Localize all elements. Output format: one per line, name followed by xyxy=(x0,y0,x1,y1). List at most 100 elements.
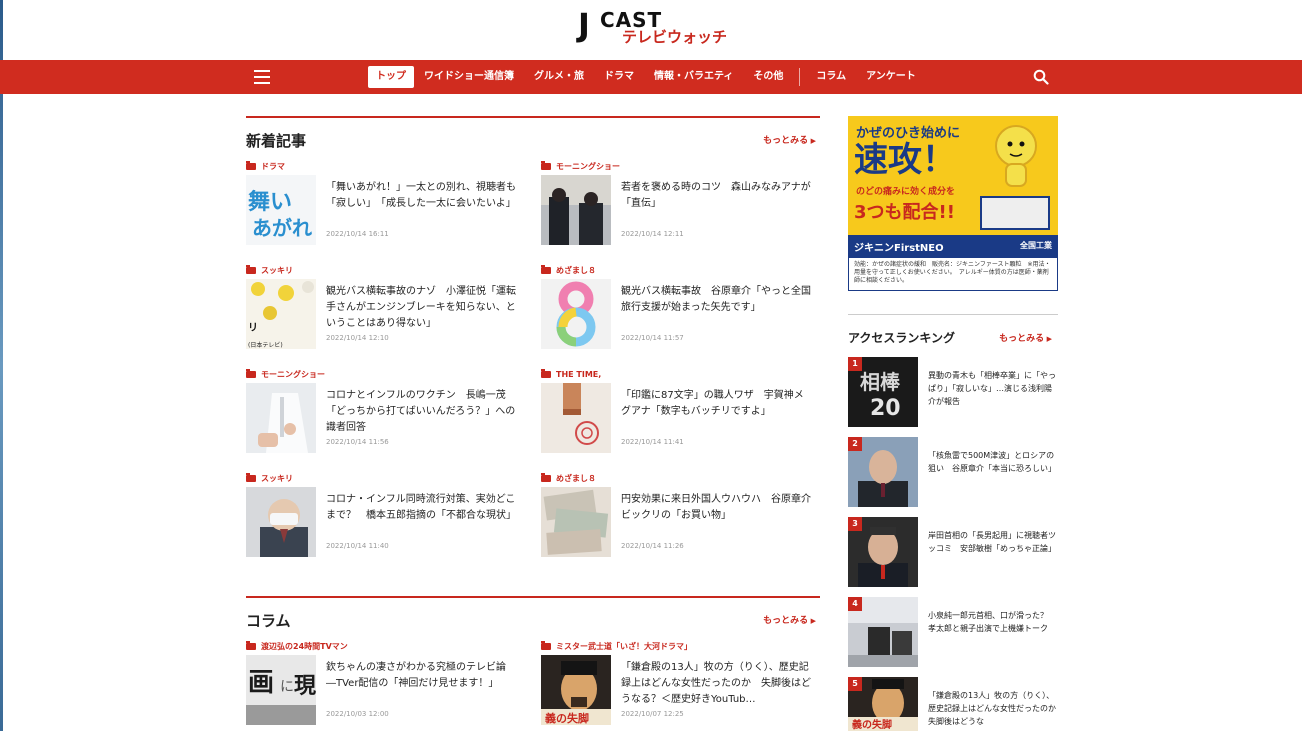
ad-mascot-icon xyxy=(995,125,1037,187)
ranking-item[interactable]: 義の失脚 5 「鎌倉殿の13人」牧の方（りく）、歴史記録上はどんな女性だったのか… xyxy=(848,677,1064,731)
nav-item-column[interactable]: コラム xyxy=(806,66,856,88)
article-thumbnail: リ (日本テレビ) xyxy=(246,279,316,349)
article-title: 「印鑑に87文字」の職人ワザ 宇賀神メグアナ「数字もバッチリですよ」 xyxy=(621,390,804,417)
nav-item-other[interactable]: その他 xyxy=(743,66,793,88)
ranking-item[interactable]: 3 岸田首相の「長男起用」に視聴者ツッコミ 安部敏樹「めっちゃ正論」 xyxy=(848,517,1058,587)
column-title-text: 欽ちゃんの凄さがわかる究極のテレビ論―TVer配信の「神回だけ見せます！」 xyxy=(326,662,506,689)
article-category: スッキリ xyxy=(261,265,293,275)
column-title: コラム xyxy=(246,612,291,630)
article-card[interactable]: スッキリ リ (日本テレビ) 観光バス横転事故のナゾ 小澤征悦「運転手さんがエン… xyxy=(246,264,516,368)
column-thumbnail: 義の失脚 xyxy=(541,655,611,725)
hamburger-menu-icon[interactable] xyxy=(254,70,270,84)
column-date: 2022/10/07 12:25 xyxy=(621,710,684,718)
svg-text:20: 20 xyxy=(870,396,901,421)
folder-icon xyxy=(541,640,551,650)
nav-item-variety[interactable]: 情報・バラエティ xyxy=(644,66,743,88)
article-thumbnail xyxy=(541,175,611,245)
article-title: 「舞いあがれ！」一太との別れ、視聴者も「寂しい」 「成長した一太に会いたいよ」 xyxy=(326,182,516,209)
advertisement-banner[interactable]: かぜのひき始めに 速攻！ のどの痛みに効く成分を 3つも配合!! ジキニンFir… xyxy=(848,116,1058,291)
logo-j: J xyxy=(578,6,590,44)
column-card[interactable]: 渡辺弘の24時間TVマン 画 に 現 欽ちゃんの凄さがわかる究極のテレビ論―TV… xyxy=(246,640,516,731)
ranking-item[interactable]: 2 「核魚雷で500M津波」とロシアの狙い 谷原章介「本当に恐ろしい」 xyxy=(848,437,1058,507)
column-card[interactable]: ミスター武士道「いざ！大河ドラマ」 義の失脚 「鎌倉殿の13人」牧の方（りく）、… xyxy=(541,640,811,731)
svg-text:義の失脚: 義の失脚 xyxy=(852,718,892,731)
article-thumbnail: 舞い あがれ xyxy=(246,175,316,245)
svg-text:リ: リ xyxy=(248,322,258,334)
article-date: 2022/10/14 11:57 xyxy=(621,334,684,342)
article-thumbnail xyxy=(246,487,316,557)
column-more-link[interactable]: もっとみる xyxy=(763,613,816,626)
folder-icon xyxy=(246,640,256,650)
svg-text:舞い: 舞い xyxy=(248,189,292,215)
site-logo[interactable]: J CAST テレビウォッチ xyxy=(578,6,738,50)
folder-icon xyxy=(246,368,256,378)
column-header: コラム もっとみる xyxy=(246,598,820,640)
logo-cast: CAST xyxy=(600,8,663,32)
nav-items: トップ ワイドショー通信簿 グルメ・旅 ドラマ 情報・バラエティ その他 コラム… xyxy=(368,66,926,88)
folder-icon xyxy=(246,160,256,170)
nav-item-gourmet[interactable]: グルメ・旅 xyxy=(524,66,594,88)
article-date: 2022/10/14 11:40 xyxy=(326,542,389,550)
article-card[interactable]: モーニングショー 若者を褒める時のコツ 森山みなみアナが「直伝」 2022/10… xyxy=(541,160,811,264)
article-title: 若者を褒める時のコツ 森山みなみアナが「直伝」 xyxy=(621,182,811,209)
svg-text:相棒: 相棒 xyxy=(860,370,901,394)
column-title-text: 「鎌倉殿の13人」牧の方（りく）、歴史記録上はどんな女性だったのか 失脚後はどう… xyxy=(621,662,811,705)
svg-text:(日本テレビ): (日本テレビ) xyxy=(248,341,283,349)
ranking-item[interactable]: 相棒 20 1 異動の青木も「相棒卒業」に「やっぱり」「寂しいな」…演じる浅利陽… xyxy=(848,357,1058,427)
new-articles-header: 新着記事 もっとみる xyxy=(246,118,820,160)
folder-icon xyxy=(541,368,551,378)
access-ranking-title: アクセスランキング xyxy=(848,331,956,345)
article-date: 2022/10/14 12:11 xyxy=(621,230,684,238)
article-title: コロナとインフルのワクチン 長嶋一茂「どっちから打てばいいんだろう？」への識者回… xyxy=(326,390,516,433)
article-date: 2022/10/14 12:10 xyxy=(326,334,389,342)
ad-maker-name: 全国工業 xyxy=(1020,241,1052,250)
folder-icon xyxy=(541,160,551,170)
main-navbar: トップ ワイドショー通信簿 グルメ・旅 ドラマ 情報・バラエティ その他 コラム… xyxy=(0,60,1302,94)
article-title: 円安効果に来日外国人ウハウハ 谷原章介ビックリの「お買い物」 xyxy=(621,494,811,521)
column-date: 2022/10/03 12:00 xyxy=(326,710,389,718)
article-card[interactable]: めざまし８ 観光バス横転事故 谷原章介「やっと全国旅行支援が始まった矢先です」 … xyxy=(541,264,811,368)
nav-item-wideshow[interactable]: ワイドショー通信簿 xyxy=(414,66,524,88)
article-category: めざまし８ xyxy=(556,265,596,275)
folder-icon xyxy=(541,264,551,274)
article-card[interactable]: ドラマ 舞い あがれ 「舞いあがれ！」一太との別れ、視聴者も「寂しい」 「成長し… xyxy=(246,160,516,264)
ranking-item[interactable]: 4 小泉純一郎元首相、口が滑った？ 孝太郎と親子出演で上機嫌トーク xyxy=(848,597,1058,667)
article-card[interactable]: めざまし８ 円安効果に来日外国人ウハウハ 谷原章介ビックリの「お買い物」 202… xyxy=(541,472,811,576)
article-title: コロナ・インフル同時流行対策、実効どこまで？ 橋本五郎指摘の「不都合な現状」 xyxy=(326,494,516,521)
new-articles-title: 新着記事 xyxy=(246,132,307,150)
access-ranking-header: アクセスランキング もっとみる xyxy=(848,314,1058,345)
ranking-title: 「核魚雷で500M津波」とロシアの狙い 谷原章介「本当に恐ろしい」 xyxy=(928,451,1056,473)
logo-subtitle: テレビウォッチ xyxy=(622,28,728,46)
nav-separator xyxy=(799,68,801,86)
ranking-title: 岸田首相の「長男起用」に視聴者ツッコミ 安部敏樹「めっちゃ正論」 xyxy=(928,531,1056,553)
nav-item-top[interactable]: トップ xyxy=(368,66,414,88)
article-category: ドラマ xyxy=(261,161,285,171)
new-articles-more-link[interactable]: もっとみる xyxy=(763,133,816,146)
ranking-title: 異動の青木も「相棒卒業」に「やっぱり」「寂しいな」…演じる浅利陽介が報告 xyxy=(928,371,1056,406)
article-thumbnail xyxy=(246,383,316,453)
article-category: THE TIME, xyxy=(556,369,602,379)
article-category: めざまし８ xyxy=(556,473,596,483)
search-icon[interactable] xyxy=(1033,69,1049,85)
article-card[interactable]: THE TIME, 「印鑑に87文字」の職人ワザ 宇賀神メグアナ「数字もバッチリ… xyxy=(541,368,811,472)
folder-icon xyxy=(246,264,256,274)
ranking-number: 4 xyxy=(848,597,862,611)
window-edge xyxy=(0,0,3,731)
nav-item-survey[interactable]: アンケート xyxy=(856,66,926,88)
article-card[interactable]: モーニングショー コロナとインフルのワクチン 長嶋一茂「どっちから打てばいいんだ… xyxy=(246,368,516,472)
article-date: 2022/10/14 11:26 xyxy=(621,542,684,550)
svg-text:あがれ: あがれ xyxy=(252,216,312,240)
folder-icon xyxy=(541,472,551,482)
ranking-number: 1 xyxy=(848,357,862,371)
ad-fine-print: 効能：かぜの諸症状の緩和 販売名：ジキニンファースト顆粒 ※用法・用量を守って正… xyxy=(848,257,1058,291)
article-thumbnail xyxy=(541,487,611,557)
article-card[interactable]: スッキリ コロナ・インフル同時流行対策、実効どこまで？ 橋本五郎指摘の「不都合な… xyxy=(246,472,516,576)
ad-big-text: 速攻！ xyxy=(854,140,956,180)
access-ranking-more-link[interactable]: もっとみる xyxy=(999,331,1052,344)
article-date: 2022/10/14 11:41 xyxy=(621,438,684,446)
nav-item-drama[interactable]: ドラマ xyxy=(594,66,644,88)
column-section: コラム もっとみる 渡辺弘の24時間TVマン 画 に 現 欽ちゃんの凄さがわかる… xyxy=(246,596,820,731)
article-title: 観光バス横転事故のナゾ 小澤征悦「運転手さんがエンジンブレーキを知らない、という… xyxy=(326,286,516,329)
ranking-number: 2 xyxy=(848,437,862,451)
svg-text:現: 現 xyxy=(294,674,316,699)
